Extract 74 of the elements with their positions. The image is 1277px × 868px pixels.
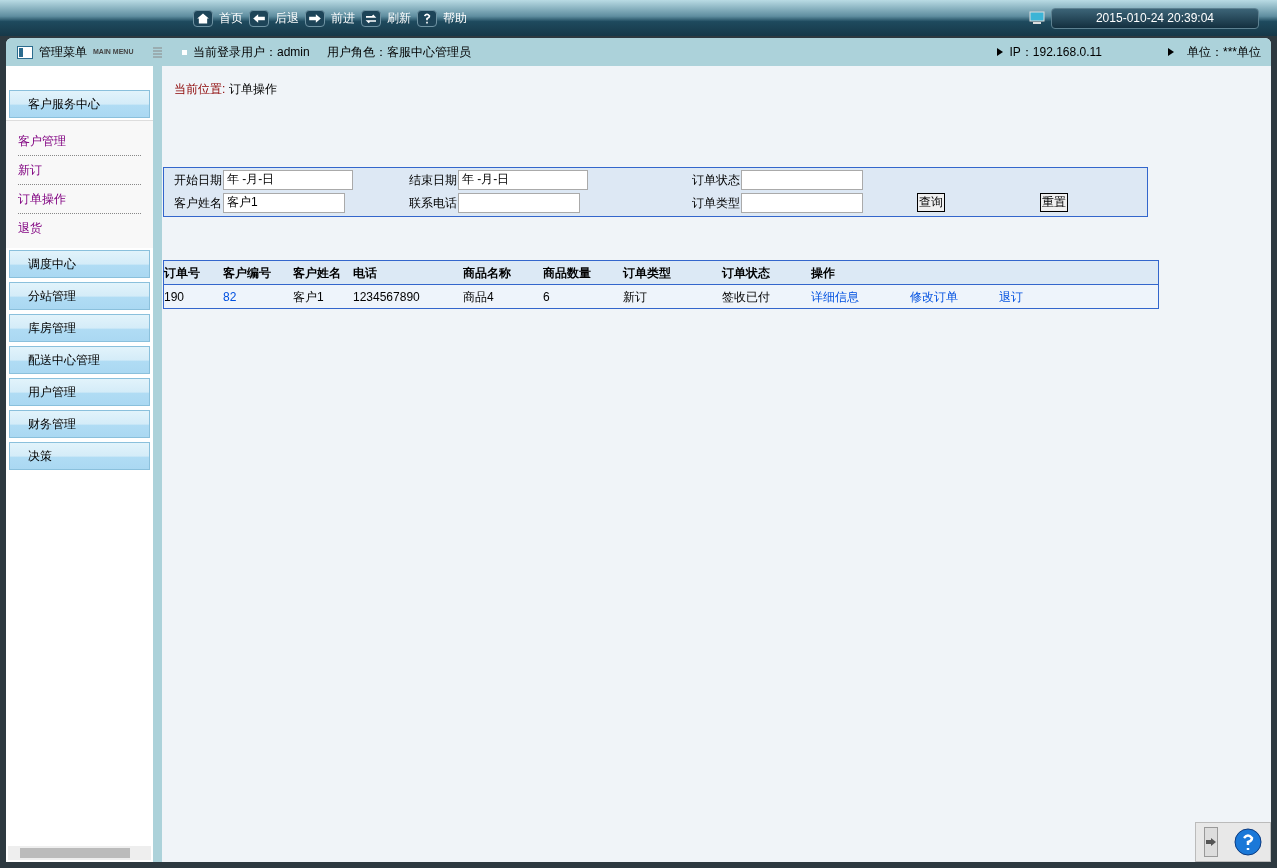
sidebar-section[interactable]: 用户管理 <box>9 378 150 406</box>
ip-address: IP：192.168.0.11 <box>1009 44 1102 61</box>
table-cell: 商品4 <box>463 289 494 304</box>
field-label: 开始日期 <box>174 171 222 189</box>
column-header: 订单类型 <box>623 264 672 282</box>
menu-title: 管理菜单 <box>39 44 87 61</box>
horizontal-scrollbar[interactable] <box>8 846 151 860</box>
column-header: 商品数量 <box>543 264 592 282</box>
table-link[interactable]: 退订 <box>999 289 1023 304</box>
table-link[interactable]: 82 <box>223 289 237 304</box>
form-button[interactable]: 重置 <box>1040 193 1068 212</box>
field-label: 订单状态 <box>692 171 740 189</box>
sidebar-link[interactable]: 客户管理 <box>18 127 141 156</box>
bullet-icon <box>182 49 187 55</box>
table-cell: 客户1 <box>293 289 324 304</box>
column-header: 商品名称 <box>463 264 512 282</box>
triangle-icon <box>1168 48 1174 56</box>
toolbar-link[interactable]: 前进 <box>331 9 355 27</box>
list-icon <box>153 46 162 58</box>
forward-icon[interactable] <box>305 9 325 27</box>
input-field[interactable] <box>741 192 863 213</box>
sidebar-link[interactable]: 新订 <box>18 156 141 185</box>
user-role: 用户角色：客服中心管理员 <box>326 44 471 61</box>
form-button[interactable]: 查询 <box>917 193 945 212</box>
column-header: 操作 <box>811 264 836 282</box>
sidebar-link[interactable]: 退货 <box>18 214 141 242</box>
arrow-button[interactable] <box>1204 827 1218 857</box>
table-link[interactable]: 详细信息 <box>811 289 859 304</box>
field-label: 订单类型 <box>692 194 740 212</box>
table-cell: 签收已付 <box>722 289 770 304</box>
table-cell: 6 <box>543 289 550 304</box>
sidebar-section[interactable]: 配送中心管理 <box>9 346 150 374</box>
column-header: 客户编号 <box>223 264 272 282</box>
column-header: 电话 <box>353 264 378 282</box>
help-icon[interactable] <box>1234 828 1262 856</box>
refresh-icon[interactable] <box>361 9 381 27</box>
toolbar-link[interactable]: 首页 <box>219 9 243 27</box>
back-icon[interactable] <box>249 9 269 27</box>
column-header: 订单号 <box>164 264 201 282</box>
breadcrumb-value: 订单操作 <box>229 81 278 98</box>
arrow-icon <box>1206 838 1216 846</box>
sidebar-section[interactable]: 客户服务中心 <box>9 90 150 118</box>
monitor-icon <box>1029 11 1045 25</box>
current-user: 当前登录用户：admin <box>193 44 310 61</box>
triangle-icon <box>997 48 1004 56</box>
field-label: 联系电话 <box>409 194 457 212</box>
panel-icon <box>17 45 33 59</box>
input-field[interactable]: 年 -月-日 <box>223 169 353 190</box>
input-field[interactable]: 客户1 <box>223 192 345 213</box>
breadcrumb-label: 当前位置: <box>174 81 226 98</box>
sidebar-section[interactable]: 库房管理 <box>9 314 150 342</box>
field-label: 客户姓名 <box>174 194 222 212</box>
sidebar-section[interactable]: 调度中心 <box>9 250 150 278</box>
unit-label: 单位：***单位 <box>1187 44 1261 61</box>
sidebar-link[interactable]: 订单操作 <box>18 185 141 214</box>
input-field[interactable]: 年 -月-日 <box>458 169 588 190</box>
datetime-display: 2015-010-24 20:39:04 <box>1051 7 1259 29</box>
table-cell: 1234567890 <box>353 289 420 304</box>
toolbar-link[interactable]: 后退 <box>275 9 299 27</box>
table-cell: 190 <box>164 289 185 304</box>
column-header: 客户姓名 <box>293 264 342 282</box>
table-link[interactable]: 修改订单 <box>910 289 958 304</box>
toolbar-link[interactable]: 刷新 <box>387 9 411 27</box>
help-icon[interactable] <box>417 9 437 27</box>
sidebar-section[interactable]: 财务管理 <box>9 410 150 438</box>
home-icon[interactable] <box>193 9 213 27</box>
field-label: 结束日期 <box>409 171 457 189</box>
column-header: 订单状态 <box>722 264 771 282</box>
input-field[interactable] <box>741 169 863 190</box>
sidebar-section[interactable]: 决策 <box>9 442 150 470</box>
table-cell: 新订 <box>623 289 647 304</box>
sidebar-section[interactable]: 分站管理 <box>9 282 150 310</box>
toolbar-link[interactable]: 帮助 <box>443 9 467 27</box>
input-field[interactable] <box>458 192 580 213</box>
